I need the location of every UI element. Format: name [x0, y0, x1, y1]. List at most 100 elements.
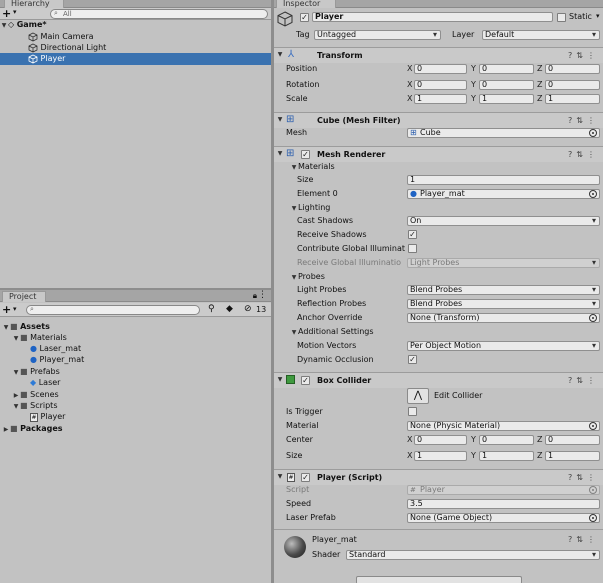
component-menu-icons[interactable]: ?⇅⋮	[568, 535, 599, 544]
object-picker-icon[interactable]	[589, 422, 597, 430]
project-item-player-mat[interactable]: ● Player_mat	[30, 354, 84, 366]
mesh-object-field[interactable]: ⊞ Cube	[407, 128, 600, 138]
expand-triangle-icon[interactable]: ▼	[12, 401, 20, 413]
element0-object-field[interactable]: ● Player_mat	[407, 189, 600, 199]
receive-shadows-checkbox[interactable]: ✓	[408, 230, 417, 239]
x-label[interactable]: X	[407, 80, 412, 90]
center-x-field[interactable]: 0	[414, 435, 467, 445]
contribute-gi-checkbox[interactable]	[408, 244, 417, 253]
y-label[interactable]: Y	[471, 94, 476, 104]
z-label[interactable]: Z	[537, 451, 542, 461]
position-x-field[interactable]: 0	[414, 64, 467, 74]
project-search-input[interactable]: ⌕	[26, 305, 200, 315]
z-label[interactable]: Z	[537, 435, 542, 445]
light-probes-dropdown[interactable]: Blend Probes	[407, 285, 600, 295]
rotation-y-field[interactable]: 0	[479, 80, 534, 90]
tag-dropdown[interactable]: Untagged	[314, 30, 441, 40]
collider-material-object-field[interactable]: None (Physic Material)	[407, 421, 600, 431]
rotation-x-field[interactable]: 0	[414, 80, 467, 90]
expand-triangle-icon[interactable]: ▼	[276, 376, 284, 383]
more-options-icon[interactable]: ⋮	[258, 290, 267, 300]
position-y-field[interactable]: 0	[479, 64, 534, 74]
scale-x-field[interactable]: 1	[414, 94, 467, 104]
scale-y-field[interactable]: 1	[479, 94, 534, 104]
hierarchy-item-player[interactable]: Player	[0, 53, 271, 65]
speed-field[interactable]: 3.5	[407, 499, 600, 509]
hierarchy-tab[interactable]: Hierarchy	[4, 0, 64, 8]
hierarchy-search-input[interactable]: ⌕ All	[50, 9, 268, 19]
project-folder-packages[interactable]: ▶ ■ Packages	[2, 423, 63, 435]
expand-triangle-icon[interactable]: ▼	[276, 473, 284, 480]
mesh-filter-header[interactable]: ▼ ⊞ Cube (Mesh Filter) ?⇅⋮	[274, 112, 603, 128]
additional-settings-foldout[interactable]: ▼ Additional Settings	[290, 327, 374, 338]
active-checkbox[interactable]: ✓	[300, 13, 309, 22]
project-item-laser[interactable]: ◆ Laser	[30, 377, 60, 389]
position-z-field[interactable]: 0	[545, 64, 600, 74]
component-menu-icons[interactable]: ?⇅⋮	[568, 376, 599, 385]
project-tab[interactable]: Project	[2, 291, 46, 302]
cast-shadows-dropdown[interactable]: On	[407, 216, 600, 226]
inspector-tab[interactable]: Inspector	[276, 0, 336, 8]
x-label[interactable]: X	[407, 64, 412, 74]
y-label[interactable]: Y	[471, 64, 476, 74]
player-script-enabled-checkbox[interactable]: ✓	[301, 473, 310, 482]
size-x-field[interactable]: 1	[414, 451, 467, 461]
x-label[interactable]: X	[407, 435, 412, 445]
materials-foldout[interactable]: ▼ Materials	[290, 162, 335, 173]
mesh-renderer-header[interactable]: ▼ ⊞ ✓ Mesh Renderer ?⇅⋮	[274, 146, 603, 162]
search-by-label-icon[interactable]: ◆	[226, 304, 233, 314]
z-label[interactable]: Z	[537, 64, 542, 74]
rotation-z-field[interactable]: 0	[545, 80, 600, 90]
layer-dropdown[interactable]: Default	[482, 30, 600, 40]
project-add-dropdown-icon[interactable]: ▾	[13, 305, 17, 313]
expand-triangle-icon[interactable]: ▼	[276, 51, 284, 58]
expand-triangle-icon[interactable]: ▼	[12, 367, 20, 379]
expand-triangle-icon[interactable]: ▼	[290, 204, 298, 214]
z-label[interactable]: Z	[537, 94, 542, 104]
object-picker-icon[interactable]	[589, 129, 597, 137]
object-picker-icon[interactable]	[589, 190, 597, 198]
mesh-renderer-enabled-checkbox[interactable]: ✓	[301, 150, 310, 159]
expand-triangle-icon[interactable]: ▼	[2, 322, 10, 334]
object-name-field[interactable]: Player	[312, 12, 553, 22]
anchor-override-object-field[interactable]: None (Transform)	[407, 313, 600, 323]
expand-triangle-icon[interactable]: ▼	[12, 333, 20, 345]
component-menu-icons[interactable]: ?⇅⋮	[568, 150, 599, 159]
expand-triangle-icon[interactable]: ▼	[290, 328, 298, 338]
component-menu-icons[interactable]: ?⇅⋮	[568, 473, 599, 482]
search-by-type-icon[interactable]: ⚲	[208, 304, 215, 314]
shader-dropdown[interactable]: Standard	[346, 550, 600, 560]
static-dropdown-icon[interactable]: ▾	[596, 12, 600, 20]
reflection-probes-dropdown[interactable]: Blend Probes	[407, 299, 600, 309]
player-script-header[interactable]: ▼ # ✓ Player (Script) ?⇅⋮	[274, 469, 603, 485]
box-collider-header[interactable]: ▼ ✓ Box Collider ?⇅⋮	[274, 372, 603, 388]
x-label[interactable]: X	[407, 94, 412, 104]
object-picker-icon[interactable]	[589, 314, 597, 322]
laser-prefab-object-field[interactable]: None (Game Object)	[407, 513, 600, 523]
object-picker-icon[interactable]	[589, 514, 597, 522]
lock-icon[interactable]: 🔒︎	[253, 291, 257, 301]
static-checkbox[interactable]	[557, 13, 566, 22]
y-label[interactable]: Y	[471, 80, 476, 90]
size-z-field[interactable]: 1	[545, 451, 600, 461]
z-label[interactable]: Z	[537, 80, 542, 90]
lighting-foldout[interactable]: ▼ Lighting	[290, 203, 331, 214]
dynamic-occlusion-checkbox[interactable]: ✓	[408, 355, 417, 364]
materials-size-field[interactable]: 1	[407, 175, 600, 185]
center-z-field[interactable]: 0	[545, 435, 600, 445]
y-label[interactable]: Y	[471, 435, 476, 445]
scene-row[interactable]: ▼ ◇ Game*	[0, 19, 271, 31]
hidden-packages-icon[interactable]: ⊘	[244, 304, 252, 314]
expand-triangle-icon[interactable]: ▼	[0, 20, 8, 32]
motion-vectors-dropdown[interactable]: Per Object Motion	[407, 341, 600, 351]
component-menu-icons[interactable]: ?⇅⋮	[568, 51, 599, 60]
expand-triangle-icon[interactable]: ▼	[290, 273, 298, 283]
box-collider-enabled-checkbox[interactable]: ✓	[301, 376, 310, 385]
expand-triangle-icon[interactable]: ▼	[276, 150, 284, 157]
collapse-triangle-icon[interactable]: ▶	[2, 424, 10, 436]
x-label[interactable]: X	[407, 451, 412, 461]
expand-triangle-icon[interactable]: ▼	[276, 116, 284, 123]
center-y-field[interactable]: 0	[479, 435, 534, 445]
hierarchy-add-dropdown-icon[interactable]: ▾	[13, 8, 17, 16]
add-component-button-partial[interactable]	[356, 576, 522, 583]
